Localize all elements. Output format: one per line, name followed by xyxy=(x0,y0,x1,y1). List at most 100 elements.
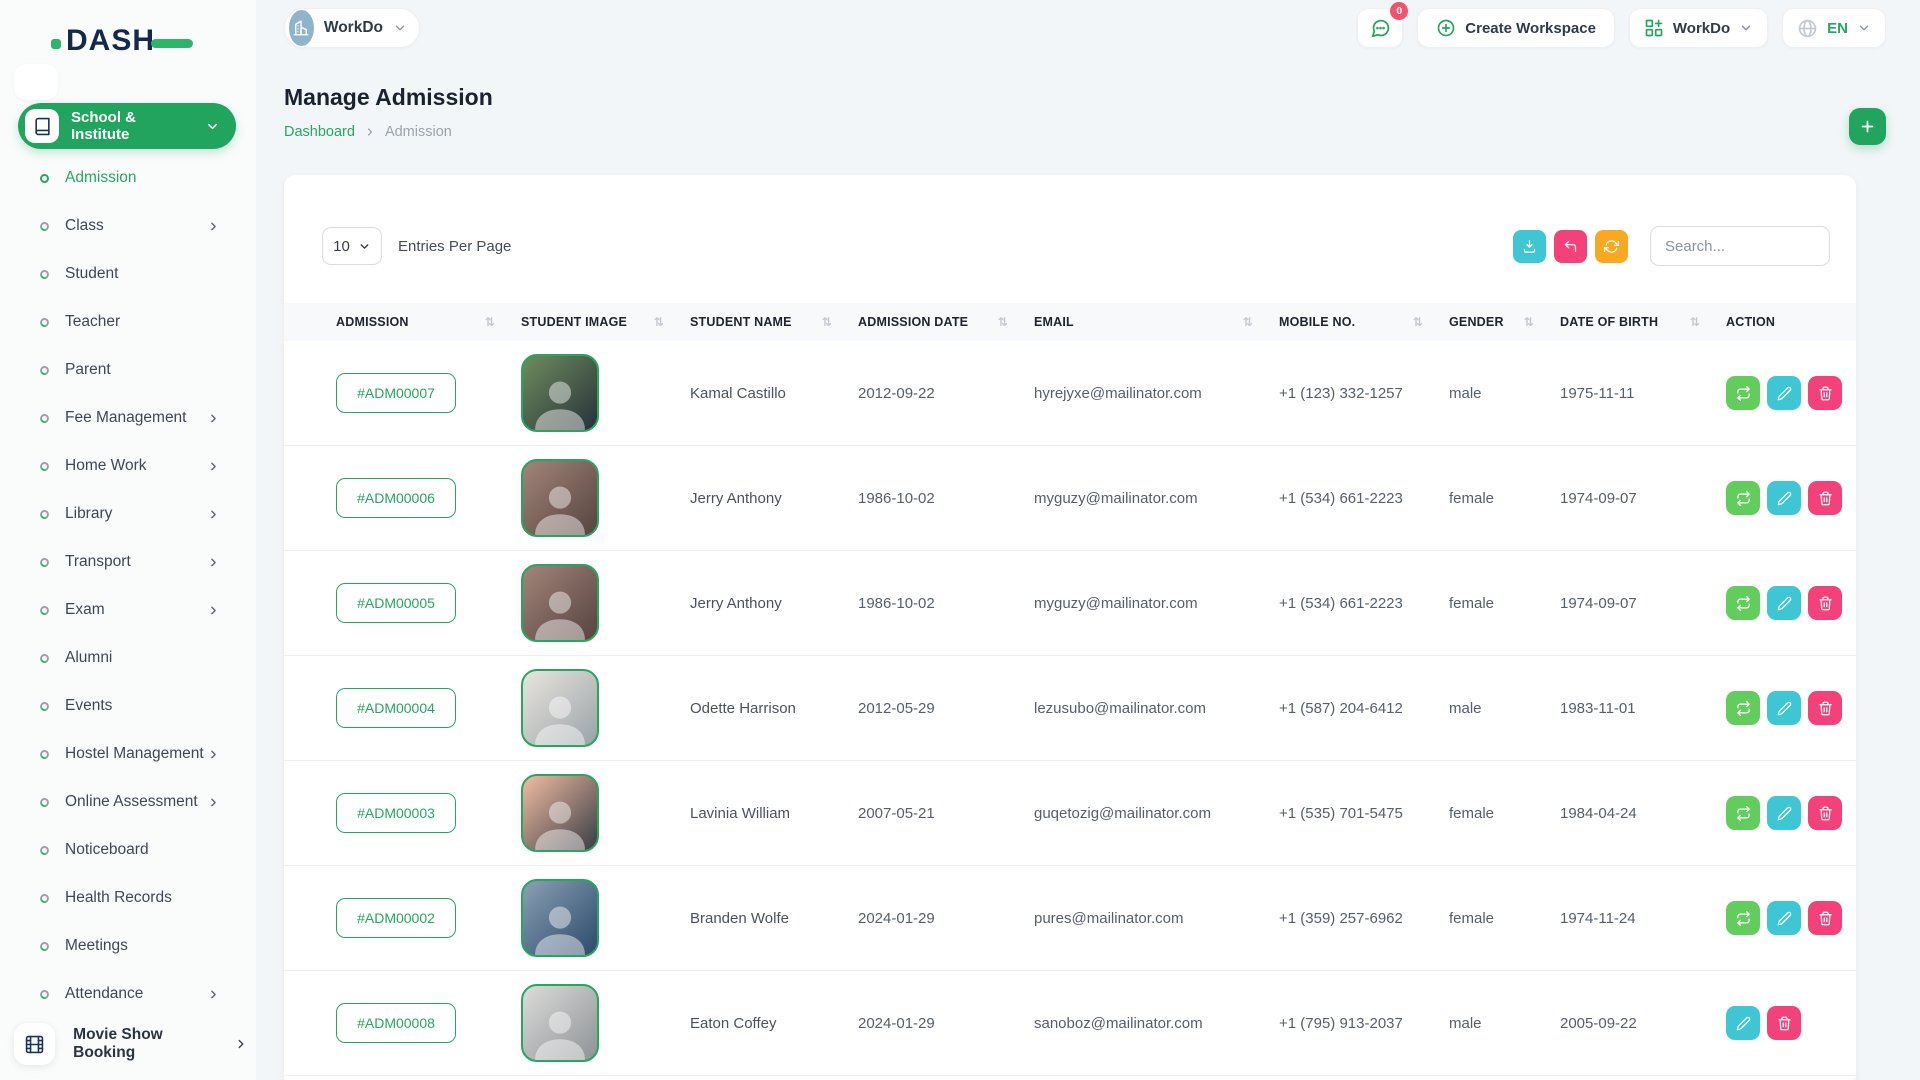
reenroll-button[interactable] xyxy=(1726,691,1760,725)
column-header[interactable]: ADMISSION ⇅ xyxy=(336,315,521,329)
sort-icon[interactable]: ⇅ xyxy=(485,315,495,329)
student-image[interactable] xyxy=(521,984,599,1062)
sidebar-item-label: Health Records xyxy=(65,889,207,907)
admission-number-badge[interactable]: #ADM00006 xyxy=(336,478,456,518)
sidebar-collapse-tab[interactable] xyxy=(14,64,58,100)
sidebar-item-attendance[interactable]: Attendance xyxy=(0,970,256,1018)
edit-button[interactable] xyxy=(1767,901,1801,935)
sidebar-item-meetings[interactable]: Meetings xyxy=(0,922,256,970)
sidebar-item-exam[interactable]: Exam xyxy=(0,586,256,634)
sidebar-item-fee-management[interactable]: Fee Management xyxy=(0,394,256,442)
undo-button[interactable] xyxy=(1554,230,1587,263)
app-switcher-button[interactable]: School & Institute xyxy=(18,103,236,149)
edit-button[interactable] xyxy=(1767,796,1801,830)
edit-button[interactable] xyxy=(1767,586,1801,620)
repeat-icon xyxy=(1736,491,1751,506)
breadcrumb-dashboard-link[interactable]: Dashboard xyxy=(284,124,355,140)
admission-number-badge[interactable]: #ADM00008 xyxy=(336,1003,456,1043)
student-gender: female xyxy=(1449,490,1560,507)
sidebar-item-events[interactable]: Events xyxy=(0,682,256,730)
sidebar-item-movie-show-booking[interactable]: Movie Show Booking xyxy=(14,1020,248,1068)
student-image[interactable] xyxy=(521,879,599,957)
student-email: lezusubo@mailinator.com xyxy=(1034,700,1279,717)
edit-button[interactable] xyxy=(1767,376,1801,410)
sort-icon[interactable]: ⇅ xyxy=(998,315,1008,329)
delete-button[interactable] xyxy=(1808,691,1842,725)
delete-button[interactable] xyxy=(1808,586,1842,620)
reenroll-button[interactable] xyxy=(1726,901,1760,935)
admission-table-card: 10 Entries Per Page ADMISSION ⇅ xyxy=(284,175,1856,1080)
column-header[interactable]: STUDENT IMAGE ⇅ xyxy=(521,315,690,329)
sort-icon[interactable]: ⇅ xyxy=(1524,315,1534,329)
sidebar-item-health-records[interactable]: Health Records xyxy=(0,874,256,922)
sidebar-item-alumni[interactable]: Alumni xyxy=(0,634,256,682)
sidebar-item-student[interactable]: Student xyxy=(0,250,256,298)
sort-icon[interactable]: ⇅ xyxy=(1413,315,1423,329)
language-label: EN xyxy=(1827,20,1848,37)
entries-per-page-select[interactable]: 10 xyxy=(322,227,382,265)
edit-button[interactable] xyxy=(1726,1006,1760,1040)
sidebar-item-teacher[interactable]: Teacher xyxy=(0,298,256,346)
workspace-avatar-building-icon xyxy=(289,10,314,46)
admission-number-badge[interactable]: #ADM00007 xyxy=(336,373,456,413)
column-header-label: MOBILE NO. xyxy=(1279,315,1355,329)
sidebar-item-library[interactable]: Library xyxy=(0,490,256,538)
sidebar-item-class[interactable]: Class xyxy=(0,202,256,250)
sort-icon[interactable]: ⇅ xyxy=(1690,315,1700,329)
admission-number-badge[interactable]: #ADM00003 xyxy=(336,793,456,833)
reenroll-button[interactable] xyxy=(1726,586,1760,620)
create-workspace-button[interactable]: Create Workspace xyxy=(1417,8,1615,48)
admission-number-badge[interactable]: #ADM00004 xyxy=(336,688,456,728)
student-image[interactable] xyxy=(521,459,599,537)
reenroll-button[interactable] xyxy=(1726,481,1760,515)
student-image[interactable] xyxy=(521,564,599,642)
sidebar-item-admission[interactable]: Admission xyxy=(0,154,256,202)
chevron-right-icon xyxy=(207,460,220,473)
sidebar-item-parent[interactable]: Parent xyxy=(0,346,256,394)
column-header[interactable]: DATE OF BIRTH ⇅ xyxy=(1560,315,1726,329)
column-header-label: EMAIL xyxy=(1034,315,1074,329)
refresh-button[interactable] xyxy=(1595,230,1628,263)
student-image[interactable] xyxy=(521,669,599,747)
edit-button[interactable] xyxy=(1767,481,1801,515)
sidebar-item-online-assessment[interactable]: Online Assessment xyxy=(0,778,256,826)
student-image[interactable] xyxy=(521,354,599,432)
date-of-birth: 1974-09-07 xyxy=(1560,490,1726,507)
notification-badge: 0 xyxy=(1390,2,1408,20)
add-admission-button[interactable] xyxy=(1849,108,1886,145)
sort-icon[interactable]: ⇅ xyxy=(654,315,664,329)
sidebar-item-hostel-management[interactable]: Hostel Management xyxy=(0,730,256,778)
column-header[interactable]: STUDENT NAME ⇅ xyxy=(690,315,858,329)
column-header[interactable]: ACTION xyxy=(1726,315,1842,329)
sort-icon[interactable]: ⇅ xyxy=(822,315,832,329)
student-mobile: +1 (587) 204-6412 xyxy=(1279,700,1449,717)
column-header[interactable]: GENDER ⇅ xyxy=(1449,315,1560,329)
messages-button[interactable]: 0 xyxy=(1357,8,1403,48)
workspace-selector[interactable]: WorkDo xyxy=(284,8,420,48)
student-image[interactable] xyxy=(521,774,599,852)
download-icon xyxy=(1522,239,1537,254)
edit-button[interactable] xyxy=(1767,691,1801,725)
admission-number-badge[interactable]: #ADM00002 xyxy=(336,898,456,938)
column-header[interactable]: ADMISSION DATE ⇅ xyxy=(858,315,1034,329)
sidebar-item-home-work[interactable]: Home Work xyxy=(0,442,256,490)
delete-button[interactable] xyxy=(1808,796,1842,830)
school-icon xyxy=(25,109,59,143)
sidebar-item-transport[interactable]: Transport xyxy=(0,538,256,586)
delete-button[interactable] xyxy=(1767,1006,1801,1040)
export-download-button[interactable] xyxy=(1513,230,1546,263)
column-header[interactable]: EMAIL ⇅ xyxy=(1034,315,1279,329)
admission-number-badge[interactable]: #ADM00005 xyxy=(336,583,456,623)
language-selector[interactable]: EN xyxy=(1782,8,1886,48)
workspace-menu-button[interactable]: WorkDo xyxy=(1629,8,1768,48)
delete-button[interactable] xyxy=(1808,901,1842,935)
delete-button[interactable] xyxy=(1808,376,1842,410)
column-header[interactable]: MOBILE NO. ⇅ xyxy=(1279,315,1449,329)
reenroll-button[interactable] xyxy=(1726,796,1760,830)
sidebar-item-noticeboard[interactable]: Noticeboard xyxy=(0,826,256,874)
reenroll-button[interactable] xyxy=(1726,376,1760,410)
delete-button[interactable] xyxy=(1808,481,1842,515)
sort-icon[interactable]: ⇅ xyxy=(1243,315,1253,329)
search-input[interactable] xyxy=(1650,226,1830,266)
bullet-circle-icon xyxy=(39,412,51,424)
